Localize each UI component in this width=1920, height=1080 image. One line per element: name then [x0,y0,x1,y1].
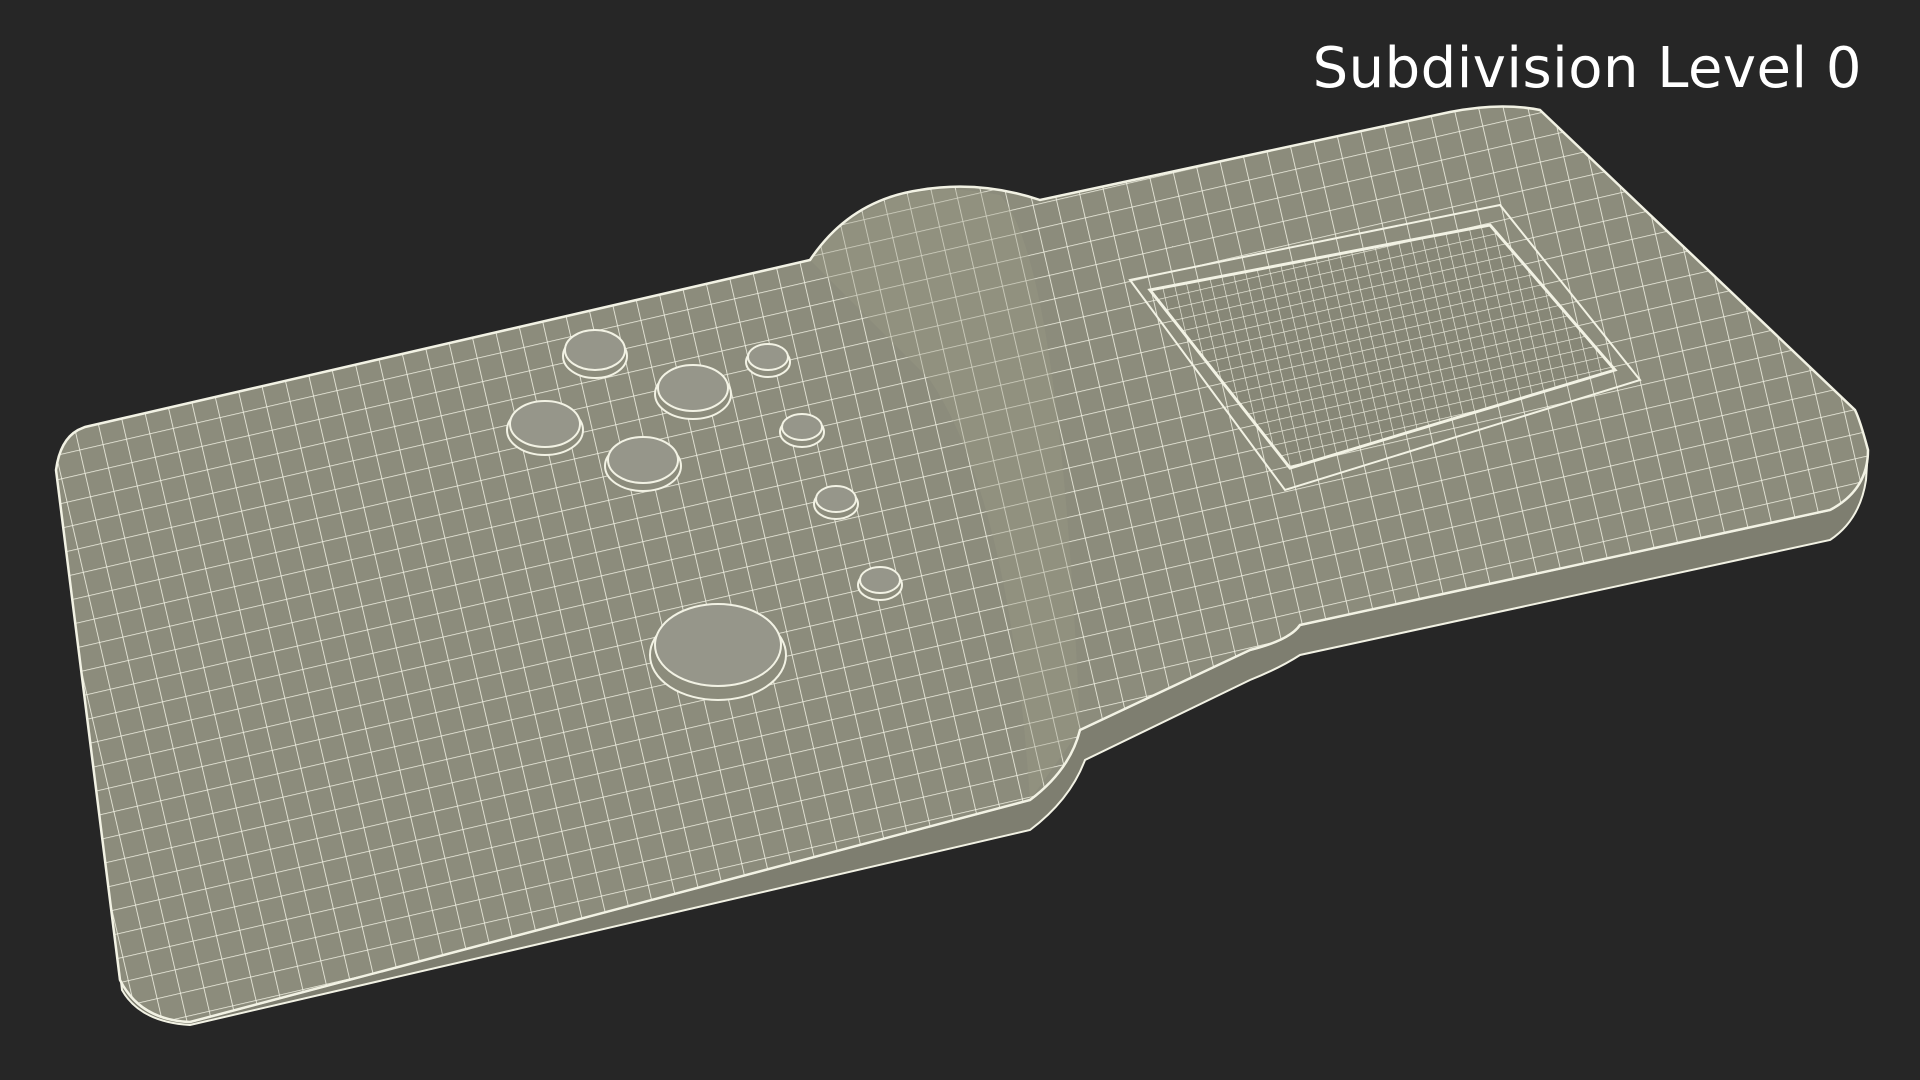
wireframe-render [54,105,1870,1027]
subdivision-level-label: Subdivision Level 0 [1312,36,1862,101]
button-icon [604,436,682,492]
button-icon [745,343,791,378]
button-icon [857,566,903,601]
button-icon [779,413,825,448]
dpad-button-icon [649,603,787,701]
3d-viewport: Subdivision Level 0 [0,0,1920,1080]
button-icon [813,485,859,520]
button-icon [506,400,584,456]
console-top-surface [56,106,1868,1022]
button-icon [654,364,732,420]
button-icon [562,329,628,379]
